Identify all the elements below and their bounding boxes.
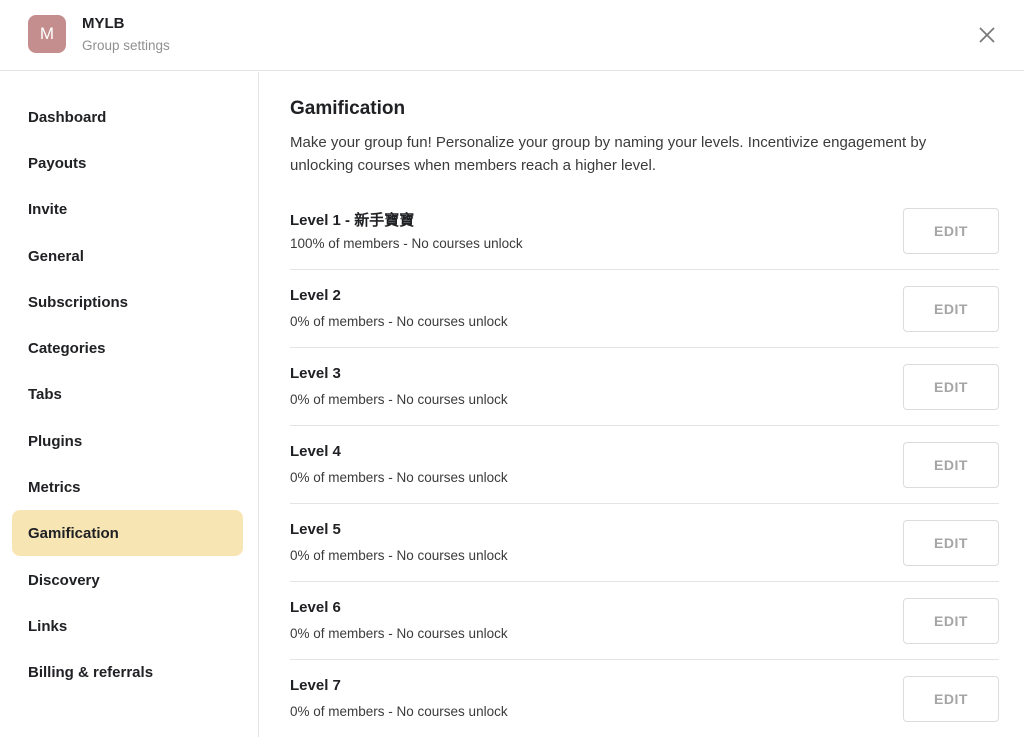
group-name: MYLB [82,15,125,32]
header: M MYLB Group settings [0,0,1024,71]
sidebar-item-subscriptions[interactable]: Subscriptions [12,279,243,325]
sidebar-item-label: Categories [28,339,106,357]
sidebar-item-label: Discovery [28,571,100,589]
level-row: Level 7 0% of members - No courses unloc… [290,660,999,737]
sidebar-item-label: Plugins [28,432,83,450]
sidebar-item-general[interactable]: General [12,233,243,279]
sidebar-item-label: Dashboard [28,108,107,126]
level-info: 0% of members - No courses unlock [290,470,508,485]
sidebar-item-label: Links [28,617,68,635]
close-icon [979,27,995,43]
level-name: Level 6 [290,599,341,616]
level-row: Level 4 0% of members - No courses unloc… [290,426,999,504]
sidebar-nav: Dashboard Payouts Invite General Subscri… [0,72,259,737]
sidebar-item-billing-referrals[interactable]: Billing & referrals [12,649,243,695]
edit-level-button[interactable]: EDIT [903,598,999,644]
edit-level-button[interactable]: EDIT [903,364,999,410]
edit-level-button[interactable]: EDIT [903,520,999,566]
edit-level-button[interactable]: EDIT [903,208,999,254]
level-name: Level 7 [290,677,341,694]
sidebar-item-discovery[interactable]: Discovery [12,557,243,603]
close-button[interactable] [974,22,1000,48]
sidebar-item-label: Subscriptions [28,293,129,311]
sidebar-item-tabs[interactable]: Tabs [12,371,243,417]
settings-modal: M MYLB Group settings Dashboard Payouts … [0,0,1024,737]
edit-level-button[interactable]: EDIT [903,676,999,722]
level-name: Level 1 - 新手寶寶 [290,212,415,229]
edit-level-button[interactable]: EDIT [903,286,999,332]
sidebar-item-label: Gamification [28,524,119,542]
level-info: 0% of members - No courses unlock [290,392,508,407]
sidebar-item-categories[interactable]: Categories [12,325,243,371]
edit-level-button[interactable]: EDIT [903,442,999,488]
sidebar-item-label: General [28,247,84,265]
level-row: Level 5 0% of members - No courses unloc… [290,504,999,582]
sidebar-item-payouts[interactable]: Payouts [12,140,243,186]
page-subtitle: Group settings [82,38,170,53]
sidebar-item-label: Billing & referrals [28,663,154,681]
sidebar-item-label: Metrics [28,478,81,496]
sidebar-item-links[interactable]: Links [12,603,243,649]
level-info: 0% of members - No courses unlock [290,704,508,719]
level-info: 0% of members - No courses unlock [290,626,508,641]
sidebar-item-label: Payouts [28,154,87,172]
level-row: Level 6 0% of members - No courses unloc… [290,582,999,660]
level-name: Level 4 [290,443,341,460]
level-row: Level 2 0% of members - No courses unloc… [290,270,999,348]
page-description: Make your group fun! Personalize your gr… [290,134,927,174]
level-name: Level 3 [290,365,341,382]
level-name: Level 2 [290,287,341,304]
sidebar-item-metrics[interactable]: Metrics [12,464,243,510]
level-name: Level 5 [290,521,341,538]
level-row: Level 1 - 新手寶寶 100% of members - No cour… [290,192,999,270]
page-title: Gamification [290,98,406,119]
sidebar-item-plugins[interactable]: Plugins [12,418,243,464]
sidebar-item-gamification[interactable]: Gamification [12,510,243,556]
sidebar-item-label: Invite [28,200,68,218]
level-row: Level 3 0% of members - No courses unloc… [290,348,999,426]
sidebar-item-dashboard[interactable]: Dashboard [12,94,243,140]
level-info: 0% of members - No courses unlock [290,314,508,329]
sidebar-item-label: Tabs [28,385,62,403]
level-info: 100% of members - No courses unlock [290,236,523,251]
sidebar-item-invite[interactable]: Invite [12,186,243,232]
group-avatar: M [28,15,66,53]
level-info: 0% of members - No courses unlock [290,548,508,563]
